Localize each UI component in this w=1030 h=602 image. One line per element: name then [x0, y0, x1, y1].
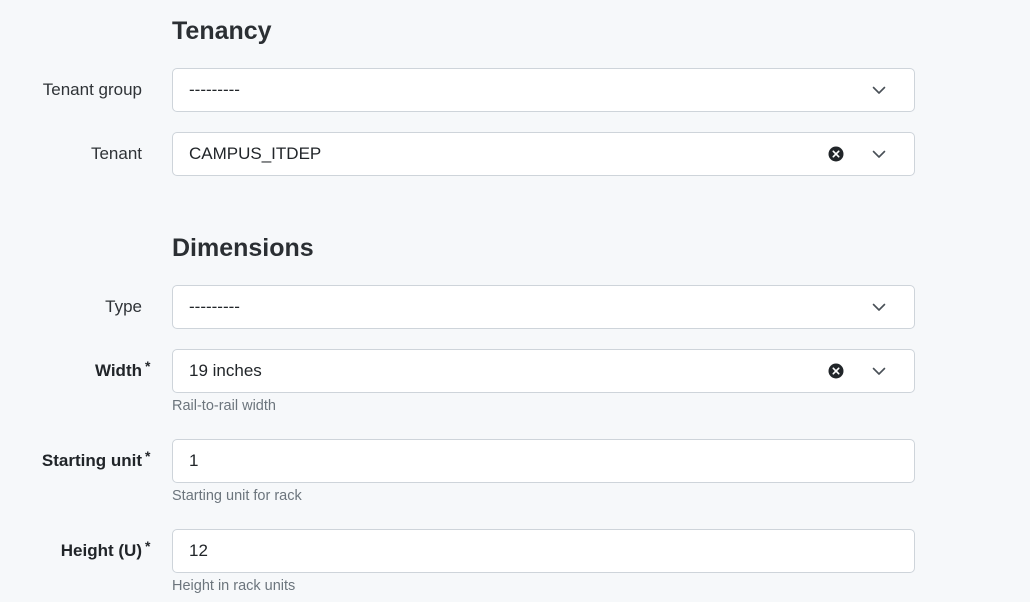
- type-value: ---------: [189, 297, 240, 316]
- width-value: 19 inches: [189, 361, 262, 380]
- tenant-row: Tenant CAMPUS_ITDEP: [0, 132, 1030, 176]
- type-select[interactable]: ---------: [172, 285, 915, 329]
- required-asterisk: *: [145, 358, 151, 374]
- tenant-group-select[interactable]: ---------: [172, 68, 915, 112]
- starting-unit-row: Starting unit * 1: [0, 439, 1030, 483]
- height-help-text: Height in rack units: [172, 578, 296, 594]
- tenant-value: CAMPUS_ITDEP: [189, 144, 322, 163]
- clear-icon[interactable]: [828, 146, 844, 162]
- clear-icon[interactable]: [828, 363, 844, 379]
- tenant-group-label: Tenant group: [42, 80, 142, 99]
- height-row: Height (U) * 12: [0, 529, 1030, 573]
- chevron-down-icon[interactable]: [871, 363, 887, 379]
- required-asterisk: *: [145, 538, 151, 554]
- required-asterisk: *: [145, 448, 151, 464]
- tenant-group-value: ---------: [189, 80, 240, 99]
- height-label: Height (U): [60, 541, 142, 560]
- tenant-label: Tenant: [90, 144, 142, 163]
- tenancy-section-title: Tenancy: [172, 17, 272, 45]
- starting-unit-input[interactable]: 1: [172, 439, 915, 483]
- rack-form-page: Tenancy Tenant group --------- Tenant CA…: [0, 0, 1030, 602]
- tenant-select[interactable]: CAMPUS_ITDEP: [172, 132, 915, 176]
- dimensions-section-title: Dimensions: [172, 234, 314, 262]
- height-input[interactable]: 12: [172, 529, 915, 573]
- chevron-down-icon[interactable]: [871, 146, 887, 162]
- width-label: Width: [94, 361, 142, 380]
- width-help-text: Rail-to-rail width: [172, 398, 276, 414]
- width-row: Width * 19 inches: [0, 349, 1030, 393]
- starting-unit-help-text: Starting unit for rack: [172, 488, 302, 504]
- type-label: Type: [105, 297, 142, 316]
- type-row: Type ---------: [0, 285, 1030, 329]
- width-select[interactable]: 19 inches: [172, 349, 915, 393]
- tenant-group-row: Tenant group ---------: [0, 68, 1030, 112]
- chevron-down-icon[interactable]: [871, 82, 887, 98]
- starting-unit-value: 1: [189, 451, 199, 470]
- starting-unit-label: Starting unit: [41, 451, 142, 470]
- height-value: 12: [189, 541, 208, 560]
- chevron-down-icon[interactable]: [871, 299, 887, 315]
